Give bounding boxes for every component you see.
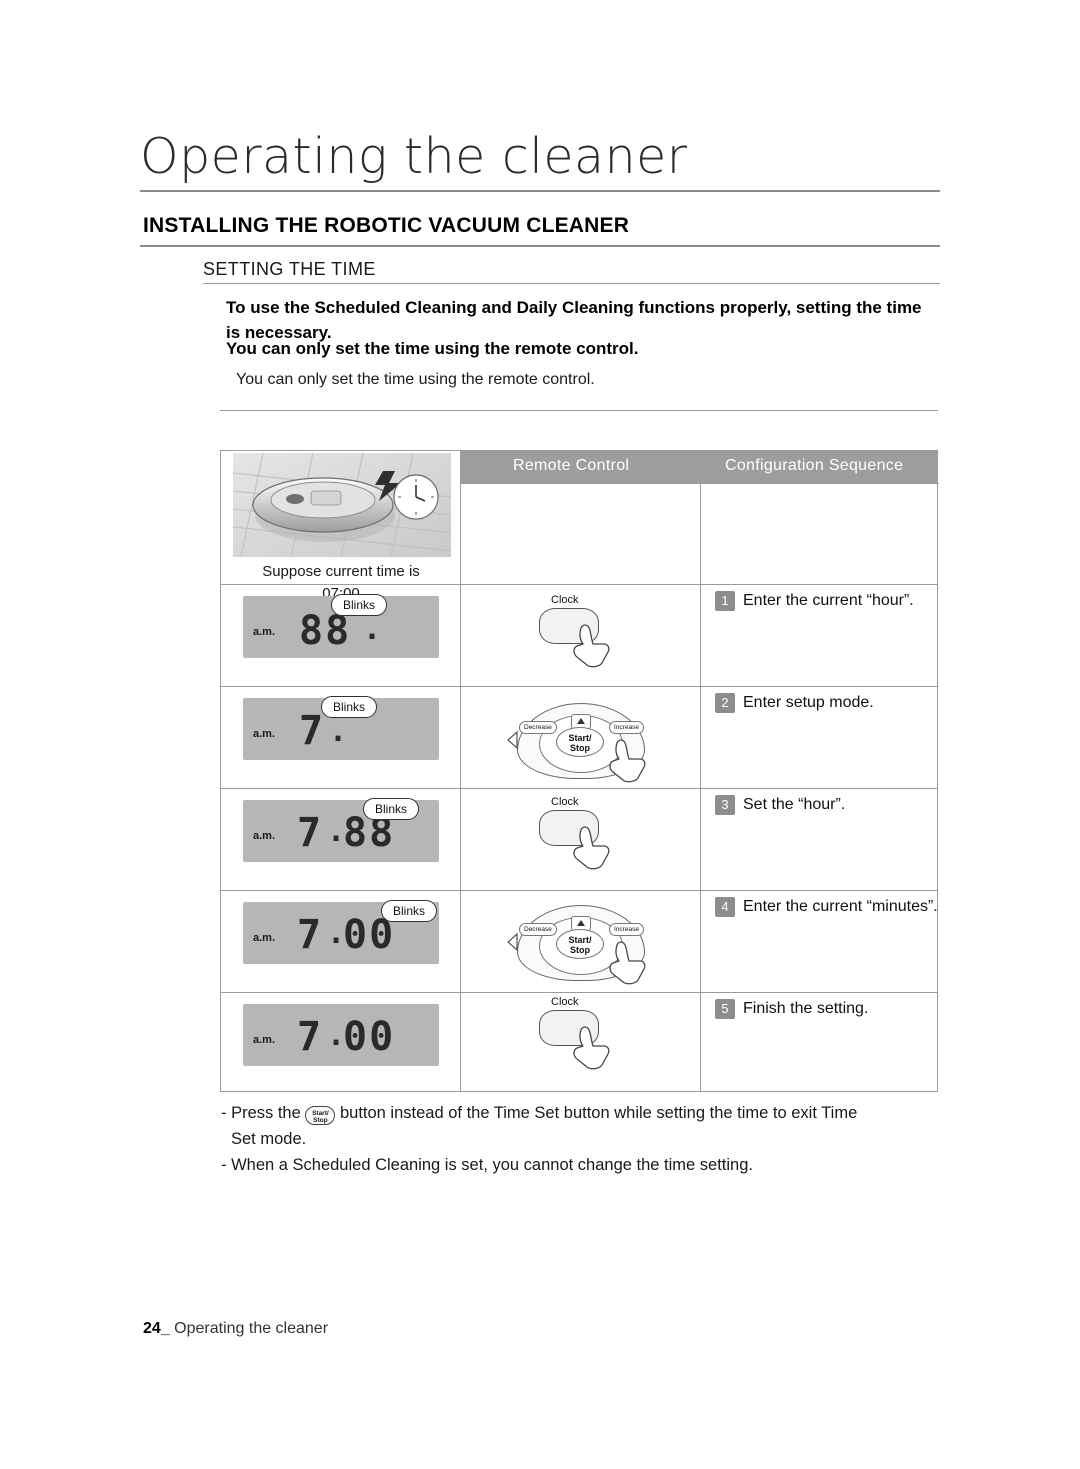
am-indicator-2: a.m.: [253, 728, 276, 740]
increase-label-4: Increase: [609, 923, 644, 936]
am-indicator-1: a.m.: [253, 626, 276, 638]
footnote-2: - When a Scheduled Cleaning is set, you …: [221, 1156, 753, 1174]
am-indicator-3: a.m.: [253, 830, 276, 842]
suppose-label: Suppose current time is: [262, 563, 420, 580]
display-value-2: 7: [299, 708, 326, 754]
step-number-3: 3: [715, 795, 735, 815]
clock-button-graphic-5: Clock: [517, 996, 637, 1076]
pointing-hand-icon-5: [573, 1026, 610, 1070]
pointing-hand-icon-1: [573, 624, 610, 668]
clock-button-label-3: Clock: [551, 796, 579, 808]
step-text-3: Set the “hour”.: [743, 796, 846, 813]
pointing-hand-icon-2: [609, 739, 646, 783]
increase-label-2: Increase: [609, 721, 644, 734]
am-indicator-5: a.m.: [253, 1034, 276, 1046]
intro-bold-line-2: You can only set the time using the remo…: [226, 339, 639, 358]
clock-button-label-1: Clock: [551, 594, 579, 606]
start-stop-label-line1-4: Start/: [568, 935, 592, 945]
header-row-divider: [460, 483, 939, 484]
step-text-4: Enter the current “minutes”.: [743, 898, 938, 915]
decrease-arrow-icon-4: [507, 932, 518, 952]
blinks-badge-4: Blinks: [381, 900, 438, 922]
row-divider-3: [221, 788, 937, 789]
blinks-badge-1: Blinks: [331, 594, 388, 616]
pointing-hand-icon-4: [609, 941, 646, 985]
start-stop-key-line1: Start/: [312, 1110, 329, 1117]
start-stop-button-4: Start/ Stop: [556, 929, 604, 959]
start-stop-button-2: Start/ Stop: [556, 727, 604, 757]
chapter-title: Operating the cleaner: [140, 128, 688, 185]
footnote-1-post: button instead of the Time Set button wh…: [339, 1104, 858, 1122]
step-text-5: Finish the setting.: [743, 1000, 869, 1017]
footnote-1-pre: - Press the: [221, 1104, 301, 1122]
footnote-1: - Press the Start/ Stop button instead o…: [221, 1100, 941, 1152]
row-divider-4: [221, 890, 937, 891]
column-divider-1: [460, 451, 461, 1091]
step-text-1: Enter the current “hour”.: [743, 592, 914, 609]
section-title: INSTALLING THE ROBOTIC VACUUM CLEANER: [143, 214, 630, 237]
start-stop-key-icon: Start/ Stop: [305, 1106, 336, 1125]
display-minutes-5: 00: [343, 1014, 396, 1060]
robot-vacuum-illustration: [232, 452, 452, 558]
table-header-configuration-sequence: Configuration Sequence: [725, 457, 904, 474]
page-footer: 24_ Operating the cleaner: [143, 1320, 328, 1338]
page-number: 24_: [143, 1320, 170, 1337]
display-value-3: 7: [297, 810, 324, 856]
display-colon-1: ·: [363, 620, 384, 655]
section-divider: [140, 245, 940, 247]
manual-page: Operating the cleaner INSTALLING THE ROB…: [0, 0, 1080, 1469]
clock-button-label-5: Clock: [551, 996, 579, 1008]
display-colon-2: ·: [329, 722, 350, 757]
blinks-badge-3: Blinks: [363, 798, 420, 820]
pointing-hand-icon-3: [573, 826, 610, 870]
start-stop-label-line1-2: Start/: [568, 733, 592, 743]
am-indicator-4: a.m.: [253, 932, 276, 944]
footnote-1-continuation: Set mode.: [231, 1130, 307, 1148]
start-stop-label-line2-4: Stop: [570, 945, 590, 955]
row-divider-5: [221, 992, 937, 993]
page-footer-text: Operating the cleaner: [174, 1320, 329, 1337]
subsection-divider: [203, 283, 940, 284]
start-stop-label-line2-2: Stop: [570, 743, 590, 753]
time-setting-table: Remote Control Configuration Sequence Su…: [220, 450, 939, 1092]
step-text-2: Enter setup mode.: [743, 694, 874, 711]
intro-note: You can only set the time using the remo…: [236, 371, 595, 388]
decrease-arrow-icon-2: [507, 730, 518, 750]
row-divider-2: [221, 686, 937, 687]
column-divider-2: [700, 451, 701, 1091]
step-number-4: 4: [715, 897, 735, 917]
table-header-remote-control: Remote Control: [513, 457, 630, 474]
start-stop-key-line2: Stop: [313, 1117, 328, 1124]
display-value-5: 7: [297, 1014, 324, 1060]
blinks-badge-2: Blinks: [321, 696, 378, 718]
step-number-2: 2: [715, 693, 735, 713]
step-number-1: 1: [715, 591, 735, 611]
display-value-4: 7: [297, 912, 324, 958]
step-number-5: 5: [715, 999, 735, 1019]
header-divider-thick: [140, 190, 940, 192]
clock-button-graphic-3: Clock: [517, 796, 637, 876]
subsection-title: SETTING THE TIME: [203, 259, 376, 279]
remote-control-graphic-2: Start/ Stop Decrease Increase: [495, 699, 665, 783]
display-row-5: a.m. 7 · 00: [243, 1004, 439, 1066]
robot-illustration-svg: [232, 452, 452, 558]
remote-control-graphic-4: Start/ Stop Decrease Increase: [495, 901, 665, 985]
intro-divider: [220, 410, 938, 411]
clock-button-graphic-1: Clock: [517, 594, 637, 674]
